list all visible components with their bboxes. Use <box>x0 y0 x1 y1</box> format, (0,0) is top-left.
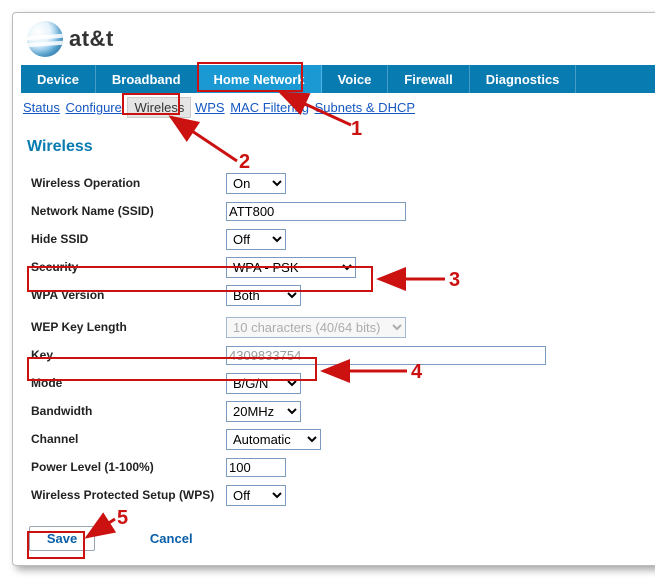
tab-home-network[interactable]: Home Network <box>198 65 322 93</box>
tab-diagnostics[interactable]: Diagnostics <box>470 65 577 93</box>
sub-nav: Status Configure Wireless WPS MAC Filter… <box>21 93 655 124</box>
select-security[interactable]: WPA - PSK <box>226 257 356 278</box>
select-hide-ssid[interactable]: Off <box>226 229 286 250</box>
tab-device[interactable]: Device <box>21 65 96 93</box>
button-row: Save Cancel <box>29 526 655 551</box>
tab-voice[interactable]: Voice <box>322 65 389 93</box>
select-mode[interactable]: B/G/N <box>226 373 301 394</box>
wireless-form: Wireless Operation On Network Name (SSID… <box>21 170 655 508</box>
input-key[interactable] <box>226 346 546 365</box>
subnav-status[interactable]: Status <box>23 100 60 115</box>
select-bandwidth[interactable]: 20MHz <box>226 401 301 422</box>
label-wpa-version: WPA Version <box>31 288 226 302</box>
subnav-wps[interactable]: WPS <box>195 100 225 115</box>
select-wpa-version[interactable]: Both <box>226 285 301 306</box>
subnav-mac-filtering[interactable]: MAC Filtering <box>230 100 309 115</box>
label-wep-key-length: WEP Key Length <box>31 320 226 334</box>
input-power-level[interactable] <box>226 458 286 477</box>
subnav-wireless[interactable]: Wireless <box>127 97 191 118</box>
label-security: Security <box>31 260 226 274</box>
label-power-level: Power Level (1-100%) <box>31 460 226 474</box>
subnav-configure[interactable]: Configure <box>65 100 121 115</box>
label-ssid: Network Name (SSID) <box>31 204 226 218</box>
label-bandwidth: Bandwidth <box>31 404 226 418</box>
label-wireless-operation: Wireless Operation <box>31 176 226 190</box>
label-wps: Wireless Protected Setup (WPS) <box>31 488 226 502</box>
select-channel[interactable]: Automatic <box>226 429 321 450</box>
label-hide-ssid: Hide SSID <box>31 232 226 246</box>
save-button[interactable]: Save <box>29 526 95 551</box>
brand-row: at&t <box>21 17 655 65</box>
brand-name: at&t <box>69 26 114 52</box>
section-title: Wireless <box>27 138 655 156</box>
select-wep-key-length: 10 characters (40/64 bits) <box>226 317 406 338</box>
tab-broadband[interactable]: Broadband <box>96 65 198 93</box>
input-ssid[interactable] <box>226 202 406 221</box>
router-admin-panel: at&t Device Broadband Home Network Voice… <box>12 12 655 566</box>
label-key: Key <box>31 348 226 362</box>
label-channel: Channel <box>31 432 226 446</box>
select-wps[interactable]: Off <box>226 485 286 506</box>
subnav-subnets-dhcp[interactable]: Subnets & DHCP <box>315 100 415 115</box>
cancel-button[interactable]: Cancel <box>138 526 204 551</box>
att-globe-icon <box>27 21 63 57</box>
select-wireless-operation[interactable]: On <box>226 173 286 194</box>
tab-firewall[interactable]: Firewall <box>388 65 469 93</box>
main-nav: Device Broadband Home Network Voice Fire… <box>21 65 655 93</box>
label-mode: Mode <box>31 376 226 390</box>
